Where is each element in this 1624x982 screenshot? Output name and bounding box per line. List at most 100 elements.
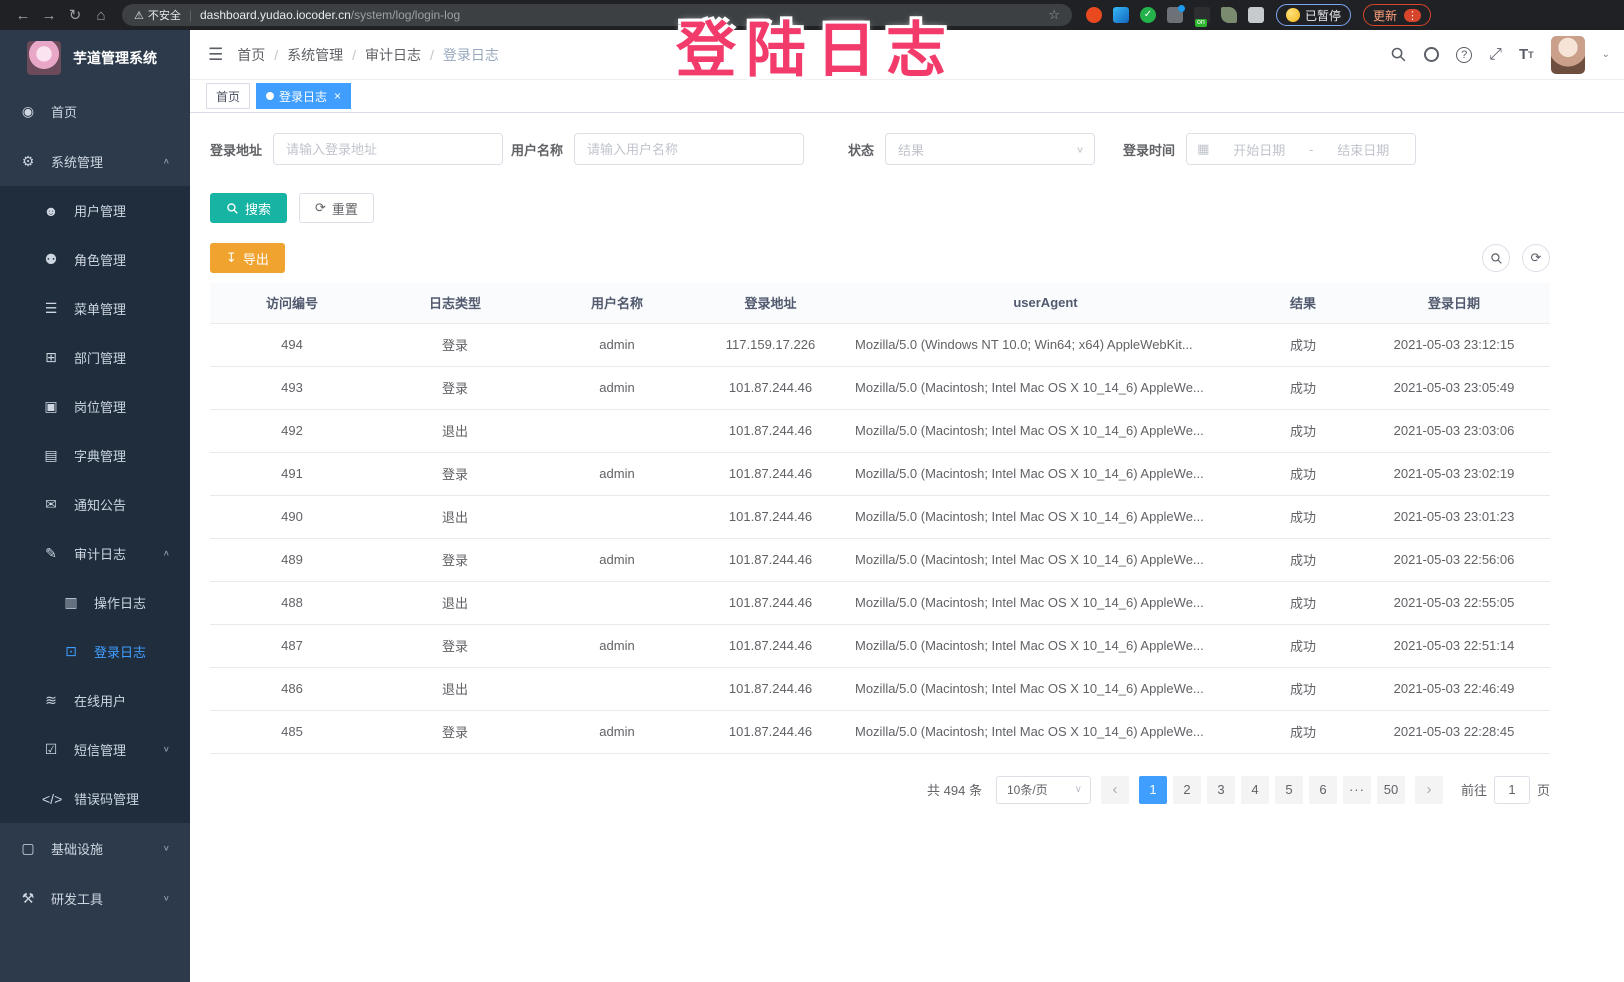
extension-tabs-icon[interactable]: on	[1194, 7, 1210, 23]
not-secure-warning[interactable]: ⚠ 不安全	[134, 7, 181, 23]
page-size-select[interactable]: 10条/页 ∨	[996, 776, 1091, 804]
menu-icon: ☰	[42, 300, 60, 317]
help-icon[interactable]: ?	[1456, 47, 1472, 63]
cell-ip: 101.87.244.46	[698, 495, 843, 538]
search-icon[interactable]	[1390, 46, 1407, 63]
sidebar-item-login-log[interactable]: ⊡登录日志	[0, 627, 190, 676]
username-input[interactable]	[574, 133, 804, 165]
goto-page-input[interactable]	[1494, 776, 1530, 804]
extension-grid-icon[interactable]	[1167, 7, 1183, 23]
toggle-search-button[interactable]	[1482, 244, 1510, 272]
start-date-placeholder[interactable]: 开始日期	[1217, 140, 1301, 159]
pager-page-3[interactable]: 3	[1207, 776, 1235, 804]
cell-id: 492	[210, 409, 374, 452]
pager-page-50[interactable]: 50	[1377, 776, 1405, 804]
browser-menu-icon[interactable]: ⋮	[1404, 9, 1421, 22]
cell-user_agent: Mozilla/5.0 (Macintosh; Intel Mac OS X 1…	[843, 409, 1248, 452]
navbar-actions: ? ⤢ TT ⌄	[1390, 36, 1610, 74]
goto-suffix: 页	[1537, 780, 1550, 799]
sidebar-item-menu-mgmt[interactable]: ☰菜单管理	[0, 284, 190, 333]
pager-page-6[interactable]: 6	[1309, 776, 1337, 804]
pager-more[interactable]: ···	[1343, 776, 1371, 804]
sidebar-item-error-code-mgmt[interactable]: </>错误码管理	[0, 774, 190, 823]
extension-leaf-icon[interactable]	[1221, 7, 1237, 23]
pager-page-4[interactable]: 4	[1241, 776, 1269, 804]
browser-home-icon[interactable]: ⌂	[88, 7, 114, 24]
sidebar-item-role-mgmt[interactable]: ⚉角色管理	[0, 235, 190, 284]
table-row: 494登录admin117.159.17.226Mozilla/5.0 (Win…	[210, 323, 1550, 366]
sidebar-item-label: 在线用户	[74, 691, 126, 710]
pager-page-5[interactable]: 5	[1275, 776, 1303, 804]
sidebar-item-audit-log[interactable]: ✎审计日志∧	[0, 529, 190, 578]
sidebar-item-post-mgmt[interactable]: ▣岗位管理	[0, 382, 190, 431]
sidebar-item-home[interactable]: ◉首页	[0, 86, 190, 136]
refresh-button[interactable]: ⟳	[1522, 244, 1550, 272]
url-separator: |	[189, 8, 192, 22]
next-page-button[interactable]: ›	[1415, 776, 1443, 804]
sidebar-item-infra[interactable]: ▢基础设施∨	[0, 823, 190, 873]
hamburger-icon[interactable]: ☰	[208, 45, 223, 65]
search-icon	[226, 202, 239, 215]
prev-page-button[interactable]: ‹	[1101, 776, 1129, 804]
address-bar[interactable]: ⚠ 不安全 | dashboard.yudao.iocoder.cn /syst…	[122, 4, 1072, 26]
cell-type: 登录	[374, 452, 536, 495]
login-address-input[interactable]	[273, 133, 503, 165]
browser-forward-icon[interactable]: →	[36, 7, 62, 24]
font-size-icon[interactable]: TT	[1519, 46, 1534, 63]
breadcrumb-system[interactable]: 系统管理	[287, 45, 343, 65]
browser-back-icon[interactable]: ←	[10, 7, 36, 24]
pager-page-1[interactable]: 1	[1139, 776, 1167, 804]
status-select[interactable]: 结果 ∨	[885, 133, 1095, 165]
cell-type: 登录	[374, 624, 536, 667]
github-icon[interactable]	[1424, 47, 1439, 62]
cell-result: 成功	[1248, 409, 1358, 452]
cell-user_agent: Mozilla/5.0 (Macintosh; Intel Mac OS X 1…	[843, 581, 1248, 624]
sidebar-item-label: 部门管理	[74, 348, 126, 367]
sidebar-item-system-mgmt[interactable]: ⚙系统管理∧	[0, 136, 190, 186]
sidebar-item-user-mgmt[interactable]: ☻用户管理	[0, 186, 190, 235]
cell-type: 登录	[374, 710, 536, 753]
cell-ip: 101.87.244.46	[698, 667, 843, 710]
table-row: 488退出101.87.244.46Mozilla/5.0 (Macintosh…	[210, 581, 1550, 624]
pager-page-2[interactable]: 2	[1173, 776, 1201, 804]
extensions-puzzle-icon[interactable]	[1248, 7, 1264, 23]
sidebar-item-operate-log[interactable]: ▥操作日志	[0, 578, 190, 627]
update-button[interactable]: 更新 ⋮	[1363, 4, 1431, 26]
reset-button[interactable]: ⟳ 重置	[299, 193, 374, 223]
date-range-picker[interactable]: ▦ 开始日期 - 结束日期	[1186, 133, 1416, 165]
status-placeholder: 结果	[898, 140, 924, 159]
sidebar-item-dev-tools[interactable]: ⚒研发工具∨	[0, 873, 190, 923]
browser-reload-icon[interactable]: ↻	[62, 6, 88, 24]
extension-blue-icon[interactable]	[1113, 7, 1129, 23]
search-button[interactable]: 搜索	[210, 193, 287, 223]
export-button[interactable]: ↧ 导出	[210, 243, 285, 273]
tab-login-log[interactable]: 登录日志 ×	[256, 83, 351, 109]
sidebar-item-label: 岗位管理	[74, 397, 126, 416]
fullscreen-icon[interactable]: ⤢	[1489, 46, 1502, 64]
cell-result: 成功	[1248, 710, 1358, 753]
sidebar-item-notice[interactable]: ✉通知公告	[0, 480, 190, 529]
cell-type: 登录	[374, 538, 536, 581]
end-date-placeholder[interactable]: 结束日期	[1321, 140, 1405, 159]
profile-paused-badge[interactable]: 已暂停	[1276, 4, 1351, 26]
bookmark-star-icon[interactable]: ☆	[1048, 7, 1060, 23]
cell-ip: 101.87.244.46	[698, 538, 843, 581]
sidebar-item-label: 首页	[51, 102, 77, 121]
extension-orange-icon[interactable]	[1086, 7, 1102, 23]
tab-close-icon[interactable]: ×	[334, 89, 341, 103]
sidebar-item-dict-mgmt[interactable]: ▤字典管理	[0, 431, 190, 480]
user-menu-caret-icon[interactable]: ⌄	[1602, 49, 1610, 60]
chevron-down-icon: ∨	[163, 745, 170, 754]
app-logo-row[interactable]: 芋道管理系统	[0, 30, 190, 86]
sidebar-item-dept-mgmt[interactable]: ⊞部门管理	[0, 333, 190, 382]
user-avatar[interactable]	[1551, 36, 1585, 74]
sidebar-item-sms-mgmt[interactable]: ☑短信管理∨	[0, 725, 190, 774]
breadcrumb-audit[interactable]: 审计日志	[365, 45, 421, 65]
sidebar-item-online-user[interactable]: ≋在线用户	[0, 676, 190, 725]
cell-ip: 101.87.244.46	[698, 624, 843, 667]
cell-user_agent: Mozilla/5.0 (Windows NT 10.0; Win64; x64…	[843, 323, 1248, 366]
tab-home[interactable]: 首页	[206, 83, 250, 109]
extension-green-check-icon[interactable]: ✓	[1140, 7, 1156, 23]
breadcrumb-home[interactable]: 首页	[237, 45, 265, 65]
col-header-result: 结果	[1248, 283, 1358, 323]
